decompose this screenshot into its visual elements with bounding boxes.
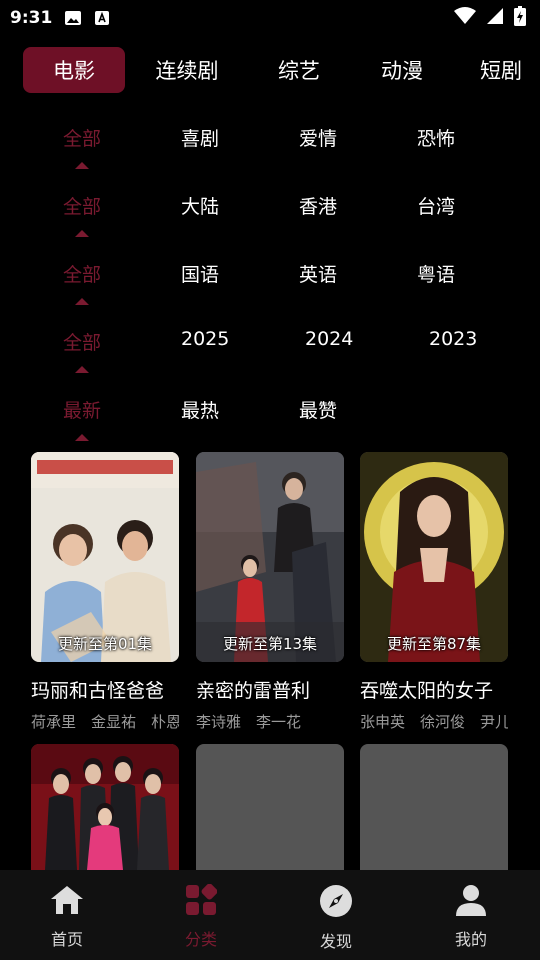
filter-option[interactable]: 全部 (63, 192, 101, 219)
card-title: 玛丽和古怪爸爸 (31, 680, 165, 702)
compass-icon (319, 884, 353, 922)
filter-option[interactable]: 爱情 (299, 124, 337, 151)
signal-icon (486, 7, 504, 29)
filter-option[interactable]: 最热 (181, 396, 219, 423)
nav-category[interactable]: 分类 (151, 883, 251, 950)
card-cast: 李诗雅 李一花 (196, 713, 302, 731)
content-card[interactable]: 更新至第01集 玛丽和古怪爸爸 荷承里 金显祐 朴恩… (31, 452, 179, 732)
filter-option[interactable]: 全部 (63, 328, 101, 355)
tab-short-drama[interactable]: 短剧 (474, 47, 528, 93)
home-icon (50, 884, 84, 920)
filter-option[interactable]: 最新 (63, 396, 101, 423)
filter-option[interactable]: 香港 (299, 192, 337, 219)
filter-option[interactable]: 全部 (63, 124, 101, 151)
episode-badge: 更新至第87集 (386, 635, 482, 653)
filter-option[interactable]: 大陆 (181, 192, 219, 219)
card-title: 吞噬太阳的女子 (360, 680, 494, 702)
filter-option[interactable]: 国语 (181, 260, 219, 287)
filter-option[interactable]: 恐怖 (417, 124, 455, 151)
poster-image: 更新至第13集 (196, 452, 344, 662)
nav-label: 我的 (454, 930, 487, 949)
user-icon (455, 884, 487, 920)
episode-badge: 更新至第01集 (57, 635, 153, 653)
filter-option[interactable]: 2025 (181, 328, 229, 350)
filter-option[interactable]: 最赞 (299, 396, 337, 423)
poster-image: 更新至第87集 (360, 452, 508, 662)
filter-option[interactable]: 喜剧 (181, 124, 219, 151)
category-tabs: 电影 连续剧 综艺 动漫 短剧 (0, 44, 540, 96)
filter-option[interactable]: 2024 (305, 328, 353, 350)
status-bar: 9:31 (0, 0, 540, 36)
filter-row-sort: 最新 最热 最赞 (0, 382, 540, 450)
nav-label: 发现 (319, 932, 352, 951)
font-icon (94, 10, 110, 26)
nav-profile[interactable]: 我的 (421, 884, 521, 950)
tab-movie[interactable]: 电影 (23, 47, 125, 93)
content-card[interactable]: 更新至第13集 亲密的雷普利 李诗雅 李一花 (196, 452, 344, 732)
card-cast: 张申英 徐河俊 尹儿… (360, 713, 508, 731)
filter-row-genre: 全部 喜剧 爱情 恐怖 (0, 110, 540, 178)
content-card[interactable]: 更新至第87集 吞噬太阳的女子 张申英 徐河俊 尹儿… (360, 452, 508, 732)
nav-label: 首页 (50, 930, 83, 949)
tab-variety[interactable]: 综艺 (268, 47, 330, 93)
selected-caret-icon (75, 298, 89, 305)
filter-option[interactable]: 全部 (63, 260, 101, 287)
nav-home[interactable]: 首页 (17, 884, 117, 950)
filter-option[interactable]: 粤语 (417, 260, 455, 287)
status-time: 9:31 (10, 8, 53, 28)
battery-icon (514, 6, 526, 30)
filter-option[interactable]: 英语 (299, 260, 337, 287)
card-title: 亲密的雷普利 (196, 680, 311, 702)
poster-image: 更新至第01集 (31, 452, 179, 662)
filter-option[interactable]: 2023 (429, 328, 477, 350)
episode-badge: 更新至第13集 (222, 635, 318, 653)
selected-caret-icon (75, 162, 89, 169)
filter-row-language: 全部 国语 英语 粤语 (0, 246, 540, 314)
bottom-nav: 首页 分类 发现 我的 (0, 870, 540, 960)
selected-caret-icon (75, 434, 89, 441)
tab-anime[interactable]: 动漫 (371, 47, 433, 93)
filter-row-year: 全部 2025 2024 2023 (0, 314, 540, 382)
filter-option[interactable]: 台湾 (417, 192, 455, 219)
gallery-icon (64, 10, 82, 26)
category-icon (185, 883, 218, 920)
nav-label: 分类 (184, 930, 217, 949)
card-cast: 荷承里 金显祐 朴恩… (31, 713, 179, 731)
nav-discover[interactable]: 发现 (286, 884, 386, 952)
selected-caret-icon (75, 230, 89, 237)
wifi-icon (454, 7, 476, 29)
filter-row-region: 全部 大陆 香港 台湾 (0, 178, 540, 246)
selected-caret-icon (75, 366, 89, 373)
tab-series[interactable]: 连续剧 (146, 47, 228, 93)
